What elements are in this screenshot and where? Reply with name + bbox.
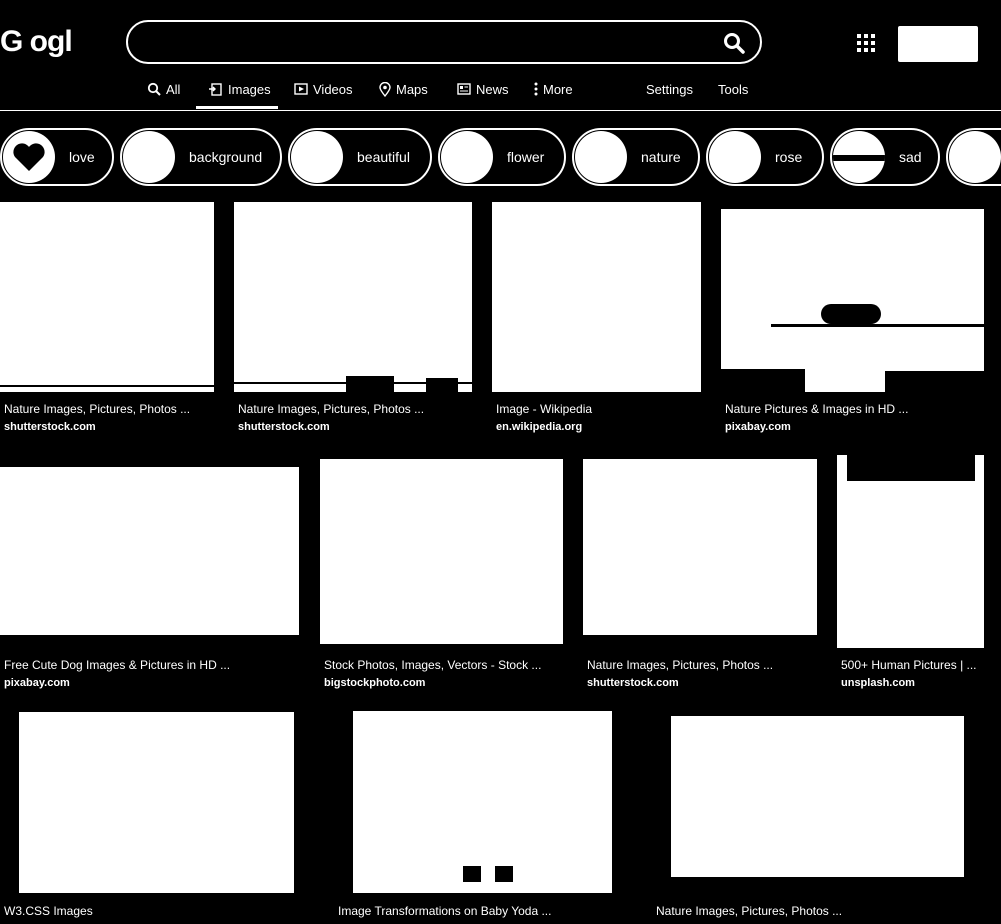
result-image-8[interactable] [837,455,984,648]
result-source-6: bigstockphoto.com [324,677,426,689]
chip-label: sad [899,149,922,165]
result-title-1[interactable]: Nature Images, Pictures, Photos ... [4,401,190,417]
result-source-7: shutterstock.com [587,677,679,689]
chip-label: background [189,149,263,165]
result-image-3[interactable] [492,202,701,392]
chip-next[interactable] [946,128,1001,186]
result-title-9[interactable]: W3.CSS Images [4,903,93,919]
result-title-5[interactable]: Free Cute Dog Images & Pictures in HD ..… [4,657,230,673]
result-image-2[interactable] [234,202,472,392]
tab-news[interactable]: News [457,78,509,100]
result-source-2: shutterstock.com [238,421,330,433]
chip-thumbnail [575,131,627,183]
chip-thumbnail [949,131,1001,183]
result-source-3: en.wikipedia.org [496,421,583,433]
search-box[interactable] [126,20,762,64]
chip-label: beautiful [357,149,410,165]
result-image-4[interactable] [721,209,984,392]
settings-label: Settings [646,81,693,97]
result-title-4[interactable]: Nature Pictures & Images in HD ... [725,401,908,417]
video-icon [294,83,308,95]
active-tab-indicator [196,106,278,109]
chip-thumbnail [291,131,343,183]
result-image-9[interactable] [19,712,294,893]
chip-thumbnail [3,131,55,183]
image-icon [209,83,222,96]
more-vert-icon [534,82,538,96]
sign-in-button[interactable] [898,26,978,62]
result-title-10[interactable]: Image Transformations on Baby Yoda ... [338,903,551,919]
tools-label: Tools [718,81,749,97]
result-image-7[interactable] [583,459,817,635]
tab-images-label: Images [228,81,271,97]
map-pin-icon [379,81,391,97]
result-title-2[interactable]: Nature Images, Pictures, Photos ... [238,401,424,417]
chip-thumbnail [441,131,493,183]
chip-thumbnail [709,131,761,183]
tab-maps[interactable]: Maps [379,78,428,100]
settings-link[interactable]: Settings [646,78,693,100]
chip-nature[interactable]: nature [572,128,700,186]
tab-all[interactable]: All [147,78,180,100]
tab-all-label: All [166,81,181,97]
search-icon[interactable] [722,31,746,55]
chip-thumbnail [833,131,885,183]
apps-grid-icon[interactable] [855,32,877,54]
result-source-1: shutterstock.com [4,421,96,433]
result-image-10[interactable] [353,711,612,893]
search-input[interactable] [144,30,708,56]
chip-label: rose [775,149,803,165]
chip-sad[interactable]: sad [830,128,940,186]
result-image-6[interactable] [320,459,563,644]
result-title-11[interactable]: Nature Images, Pictures, Photos ... [656,903,842,919]
result-title-3[interactable]: Image - Wikipedia [496,401,592,417]
result-title-7[interactable]: Nature Images, Pictures, Photos ... [587,657,773,673]
result-title-8[interactable]: 500+ Human Pictures | ... [841,657,977,673]
tab-videos-label: Videos [313,81,353,97]
search-icon [147,82,161,96]
tab-more[interactable]: More [534,78,573,100]
result-image-11[interactable] [671,716,964,877]
chip-beautiful[interactable]: beautiful [288,128,432,186]
chip-thumbnail [123,131,175,183]
result-title-6[interactable]: Stock Photos, Images, Vectors - Stock ..… [324,657,541,673]
result-image-1[interactable] [0,202,214,392]
tab-more-label: More [543,81,573,97]
chip-background[interactable]: background [120,128,282,186]
tab-videos[interactable]: Videos [294,78,353,100]
result-source-8: unsplash.com [841,677,915,689]
tab-images[interactable]: Images [209,78,271,100]
header-divider [0,110,1001,111]
chip-rose[interactable]: rose [706,128,824,186]
chip-label: flower [507,149,545,165]
result-source-5: pixabay.com [4,677,70,689]
chip-love[interactable]: love [0,128,114,186]
news-icon [457,83,471,95]
chip-flower[interactable]: flower [438,128,566,186]
google-logo[interactable]: G ogl [0,24,73,60]
chip-label: love [69,149,95,165]
result-image-5[interactable] [0,467,299,635]
tools-link[interactable]: Tools [718,78,748,100]
chip-label: nature [641,149,681,165]
tab-news-label: News [476,81,509,97]
result-source-4: pixabay.com [725,421,791,433]
tab-maps-label: Maps [396,81,428,97]
